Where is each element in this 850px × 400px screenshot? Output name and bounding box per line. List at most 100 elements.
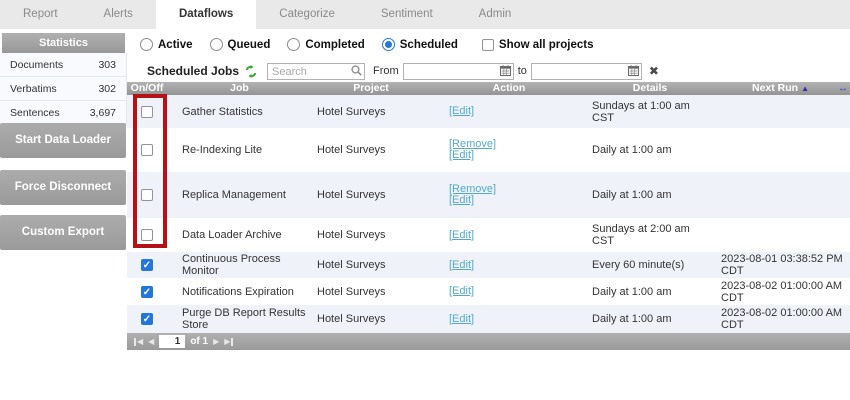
sort-asc-icon: ▲ <box>801 84 809 93</box>
column-header-action[interactable]: Action <box>430 82 588 95</box>
from-label: From <box>373 65 399 77</box>
scheduled-jobs-toolbar: Scheduled Jobs From <box>127 60 850 82</box>
table-row: Notifications Expiration Hotel Surveys [… <box>127 278 850 305</box>
job-details: Daily at 1:00 am <box>588 144 712 156</box>
calendar-icon[interactable] <box>500 65 511 76</box>
job-next-run: 2023-08-01 03:38:52 PM CDT <box>712 253 849 277</box>
sidebar: Statistics Documents 303 Verbatims 302 S… <box>0 29 127 125</box>
stat-row-verbatims: Verbatims 302 <box>0 77 127 101</box>
status-filter-row: Active Queued Completed Scheduled Show a… <box>140 38 594 51</box>
column-resize-icon[interactable]: ↔ <box>838 82 848 95</box>
job-project: Hotel Surveys <box>312 229 430 241</box>
job-next-run: 2023-08-02 01:00:00 AM CDT <box>712 280 849 304</box>
radio-queued[interactable]: Queued <box>210 38 271 51</box>
page-number-input[interactable] <box>159 335 185 348</box>
to-date-input[interactable] <box>531 63 642 80</box>
table-row: Data Loader Archive Hotel Surveys [Edit]… <box>127 218 850 252</box>
column-header-nextrun[interactable]: Next Run▲ <box>712 82 849 95</box>
edit-link[interactable]: [Edit] <box>449 230 474 241</box>
job-onoff-checkbox[interactable] <box>141 189 153 201</box>
stat-label: Verbatims <box>10 83 57 95</box>
radio-active[interactable]: Active <box>140 38 193 51</box>
from-date-wrap <box>403 62 514 81</box>
calendar-icon[interactable] <box>628 65 639 76</box>
column-header-details[interactable]: Details <box>588 82 712 95</box>
tab-categorize[interactable]: Categorize <box>256 0 358 29</box>
job-onoff-checkbox[interactable] <box>141 259 153 271</box>
radio-scheduled-label: Scheduled <box>400 39 458 51</box>
force-disconnect-button[interactable]: Force Disconnect <box>0 170 126 205</box>
job-details: Daily at 1:00 am <box>588 313 712 325</box>
table-row: Continuous Process Monitor Hotel Surveys… <box>127 252 850 278</box>
refresh-icon[interactable] <box>244 65 258 78</box>
column-header-onoff[interactable]: On/Off <box>127 82 167 95</box>
custom-export-button[interactable]: Custom Export <box>0 215 126 250</box>
show-all-projects-checkbox[interactable]: Show all projects <box>482 39 594 51</box>
prev-page-icon[interactable]: ◀ <box>148 333 154 350</box>
radio-completed-input[interactable] <box>287 38 300 51</box>
job-project: Hotel Surveys <box>312 106 430 118</box>
search-field-wrap <box>267 62 365 81</box>
statistics-header: Statistics <box>2 33 125 53</box>
stat-label: Sentences <box>10 107 60 119</box>
job-onoff-checkbox[interactable] <box>141 313 153 325</box>
pagination-bar: ◀ ◀ of 1 ▶ ▶ <box>127 333 850 350</box>
job-next-run: 2023-08-02 01:00:00 AM CDT <box>712 307 849 331</box>
start-data-loader-button[interactable]: Start Data Loader <box>0 123 126 158</box>
radio-active-input[interactable] <box>140 38 153 51</box>
stat-value: 302 <box>98 83 116 95</box>
job-details: Sundays at 2:00 am CST <box>588 223 712 247</box>
tab-admin[interactable]: Admin <box>456 0 535 29</box>
radio-queued-label: Queued <box>228 39 271 51</box>
job-onoff-checkbox[interactable] <box>141 229 153 241</box>
tab-alerts[interactable]: Alerts <box>81 0 156 29</box>
main-content: Active Queued Completed Scheduled Show a… <box>127 29 850 400</box>
job-details: Sundays at 1:00 am CST <box>588 100 712 124</box>
edit-link[interactable]: [Edit] <box>449 150 496 161</box>
edit-link[interactable]: [Edit] <box>449 106 474 117</box>
job-onoff-checkbox[interactable] <box>141 144 153 156</box>
radio-queued-input[interactable] <box>210 38 223 51</box>
search-icon <box>351 65 362 76</box>
edit-link[interactable]: [Edit] <box>449 195 496 206</box>
next-page-icon[interactable]: ▶ <box>213 333 219 350</box>
first-page-icon[interactable]: ◀ <box>134 333 143 350</box>
job-project: Hotel Surveys <box>312 286 430 298</box>
radio-completed[interactable]: Completed <box>287 38 364 51</box>
job-details: Every 60 minute(s) <box>588 259 712 271</box>
tab-sentiment[interactable]: Sentiment <box>358 0 456 29</box>
stat-row-documents: Documents 303 <box>0 53 127 77</box>
from-date-input[interactable] <box>403 63 514 80</box>
to-label: to <box>518 65 527 77</box>
stat-value: 303 <box>98 59 116 71</box>
show-all-projects-input[interactable] <box>482 39 494 51</box>
job-name: Gather Statistics <box>167 106 312 118</box>
radio-scheduled[interactable]: Scheduled <box>382 38 458 51</box>
edit-link[interactable]: [Edit] <box>449 260 474 271</box>
job-name: Purge DB Report Results Store <box>167 307 312 331</box>
radio-completed-label: Completed <box>305 39 364 51</box>
edit-link[interactable]: [Edit] <box>449 286 474 297</box>
tab-report[interactable]: Report <box>0 0 81 29</box>
table-row: Gather Statistics Hotel Surveys [Edit] S… <box>127 95 850 128</box>
clear-dates-icon[interactable]: ✖ <box>649 65 659 77</box>
job-name: Re-Indexing Lite <box>167 144 312 156</box>
column-header-project[interactable]: Project <box>312 82 430 95</box>
job-name: Continuous Process Monitor <box>167 253 312 277</box>
edit-link[interactable]: [Edit] <box>449 314 474 325</box>
job-onoff-checkbox[interactable] <box>141 286 153 298</box>
tab-dataflows[interactable]: Dataflows <box>156 0 256 29</box>
stat-value: 3,697 <box>90 107 116 119</box>
stat-label: Documents <box>10 59 63 71</box>
column-header-job[interactable]: Job <box>167 82 312 95</box>
page-count-label: of 1 <box>190 336 208 347</box>
radio-scheduled-input[interactable] <box>382 38 395 51</box>
job-onoff-checkbox[interactable] <box>141 106 153 118</box>
last-page-icon[interactable]: ▶ <box>224 333 233 350</box>
show-all-projects-label: Show all projects <box>499 39 594 51</box>
job-details: Daily at 1:00 am <box>588 189 712 201</box>
top-tab-bar: Report Alerts Dataflows Categorize Senti… <box>0 0 850 29</box>
table-row: Purge DB Report Results Store Hotel Surv… <box>127 305 850 333</box>
job-details: Daily at 1:00 am <box>588 286 712 298</box>
job-project: Hotel Surveys <box>312 259 430 271</box>
